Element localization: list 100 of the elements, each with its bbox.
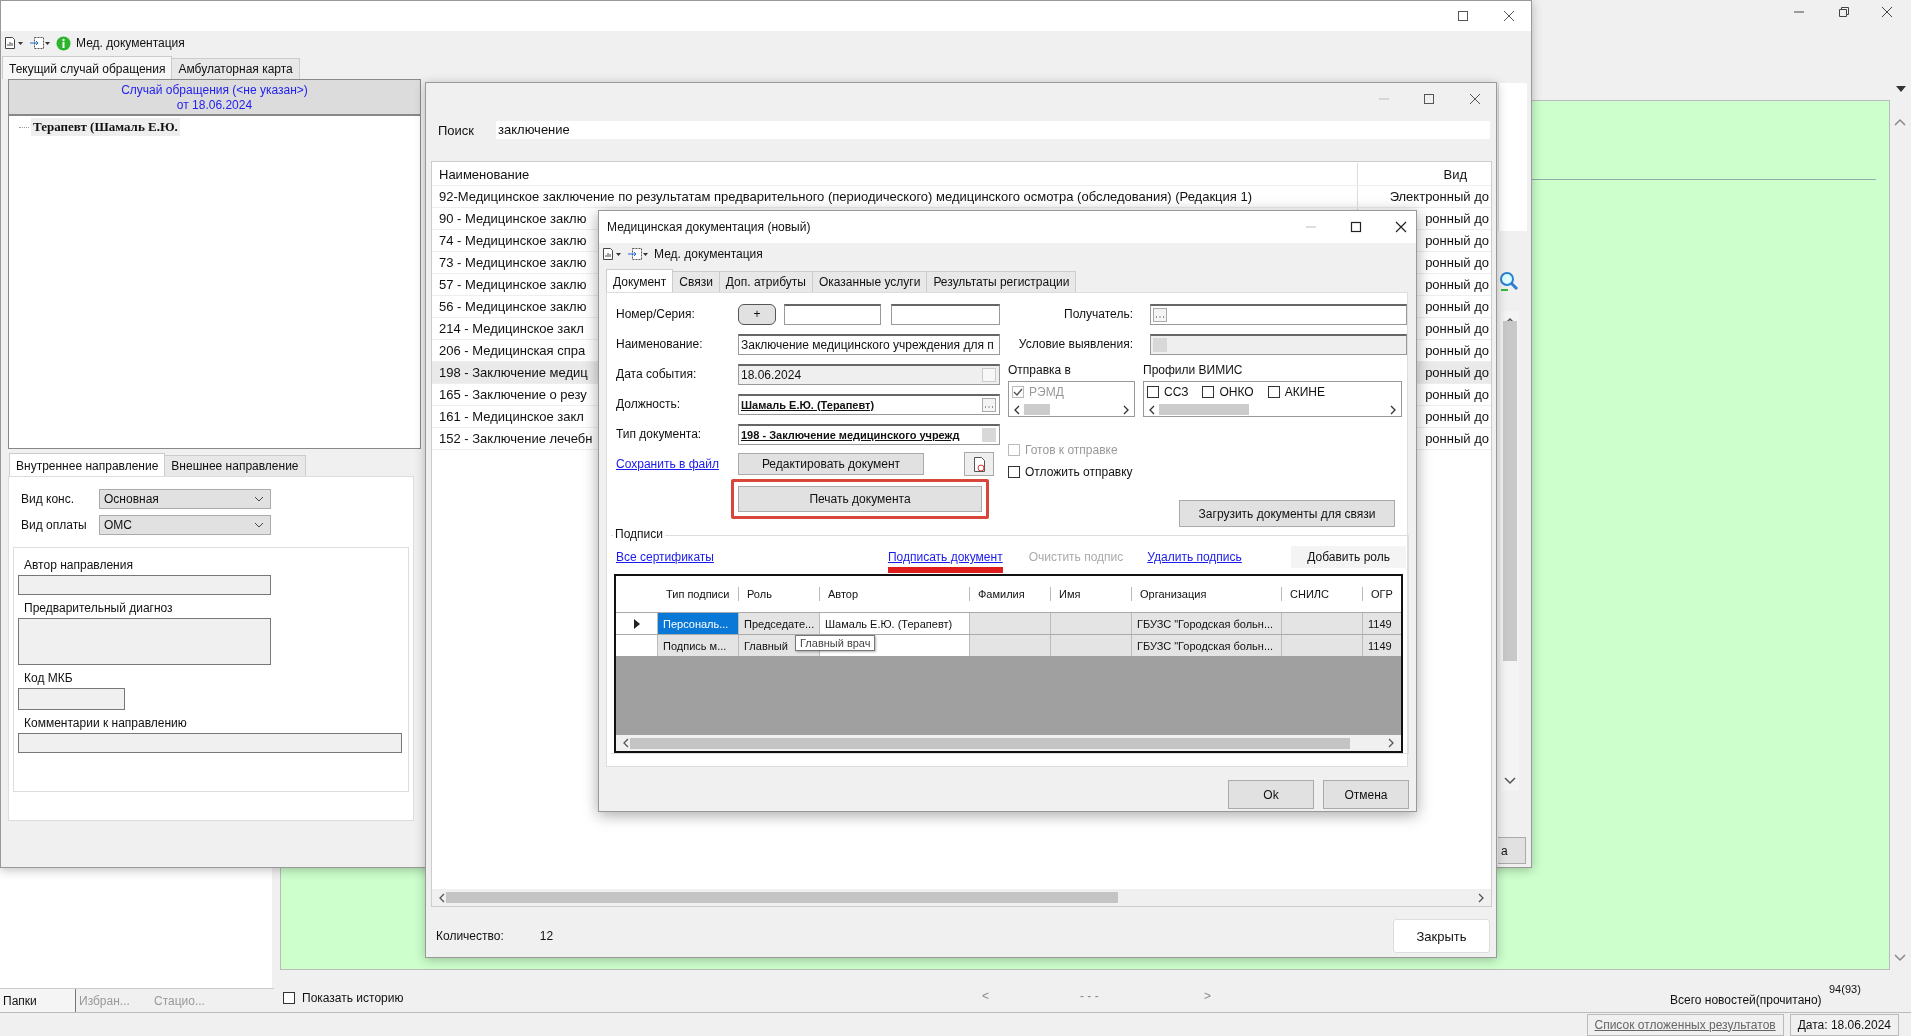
add-role-button[interactable]: Добавить роль	[1291, 546, 1406, 568]
maximize-icon[interactable]	[1456, 9, 1470, 23]
series-field[interactable]	[891, 303, 1000, 325]
recipient-field[interactable]	[1150, 303, 1407, 325]
scroll-right-icon[interactable]	[1477, 892, 1485, 903]
signature-link[interactable]: Удалить подпись	[1147, 550, 1242, 564]
scroll-left-icon[interactable]	[1148, 404, 1156, 415]
scroll-right-icon[interactable]	[1122, 404, 1130, 415]
date-field[interactable]: 18.06.2024	[738, 363, 1000, 385]
tab[interactable]: Оказанные услуги	[811, 271, 928, 292]
column-header[interactable]: Тип подписи	[658, 587, 739, 601]
tab[interactable]: Внешнее направление	[164, 455, 306, 476]
scroll-right-icon[interactable]	[1387, 738, 1395, 748]
document-type: ронный до	[1425, 365, 1489, 380]
scroll-left-icon[interactable]	[1013, 404, 1021, 415]
info-icon[interactable]	[56, 35, 71, 51]
input-field[interactable]	[18, 575, 271, 595]
deferred-results-link[interactable]: Список отложенных результатов	[1586, 1013, 1784, 1036]
signature-link[interactable]: Подписать документ	[887, 550, 1003, 570]
number-field[interactable]	[784, 303, 881, 325]
scroll-up-icon[interactable]	[1894, 118, 1906, 126]
maximize-icon[interactable]	[1349, 220, 1363, 234]
table-row[interactable]: Персональ... Председате... Шамаль Е.Ю. (Терапевт) ГБУЗС "Городская больн... 1149	[616, 612, 1401, 634]
column-header[interactable]: Наименование	[432, 163, 1358, 185]
option-label: ССЗ	[1164, 385, 1189, 399]
search-icon[interactable]	[1499, 271, 1519, 293]
checkbox[interactable]	[1267, 386, 1280, 398]
ok-button[interactable]: Ok	[1228, 780, 1314, 809]
news-label: Всего новостей(прочитано)	[1670, 993, 1822, 1007]
document-type-field[interactable]: 198 - Заключение медицинского учрежд	[738, 423, 1000, 445]
load-documents-button[interactable]: Загрузить документы для связи	[1179, 500, 1395, 527]
column-header[interactable]: Роль	[739, 587, 820, 601]
field-label: Автор направления	[23, 557, 134, 574]
close-icon[interactable]	[1394, 220, 1408, 234]
column-header[interactable]: СНИЛС	[1282, 587, 1363, 601]
print-document-button[interactable]: Печать документа	[738, 486, 982, 512]
side-button[interactable]: а	[1498, 837, 1526, 864]
report-icon[interactable]	[602, 247, 622, 261]
input-field[interactable]	[18, 688, 125, 710]
scroll-thumb[interactable]	[446, 892, 1118, 903]
scroll-down-icon[interactable]	[1504, 777, 1516, 785]
checkbox[interactable]	[1147, 386, 1159, 398]
close-icon[interactable]	[1468, 92, 1482, 106]
tree-item[interactable]: Терапевт (Шамаль Е.Ю.	[31, 118, 180, 136]
input-field[interactable]	[18, 733, 402, 753]
column-header[interactable]: Фамилия	[970, 587, 1051, 601]
column-header[interactable]: Имя	[1051, 587, 1132, 601]
dropdown[interactable]: Основная	[99, 489, 271, 509]
close-icon[interactable]	[1880, 5, 1894, 19]
column-header[interactable]: Вид	[1443, 166, 1467, 182]
tab[interactable]: Результаты регистрации	[926, 271, 1077, 292]
restore-icon[interactable]	[1836, 5, 1850, 19]
case-title[interactable]: Случай обращения (<не указан>)	[121, 83, 308, 98]
name-field[interactable]: Заключение медицинского учреждения для п	[738, 333, 1000, 355]
tab[interactable]: Документ	[606, 269, 674, 292]
maximize-icon[interactable]	[1422, 92, 1436, 106]
close-button[interactable]: Закрыть	[1393, 919, 1490, 953]
list-row[interactable]: 92-Медицинское заключение по результатам предварительного (периодического) медицинского осмотра (обследования) (Редакция 1) Электронный до	[432, 186, 1491, 208]
cancel-button[interactable]: Отмена	[1323, 780, 1409, 809]
group-label: Профили ВИМИС	[1143, 363, 1244, 377]
tab[interactable]: Доп. атрибуты	[718, 271, 813, 292]
group-label: Подписи	[613, 527, 665, 541]
scrollbar[interactable]	[1501, 311, 1519, 791]
edit-document-button[interactable]: Редактировать документ	[738, 453, 924, 475]
add-button[interactable]: +	[738, 303, 776, 325]
scroll-down-icon[interactable]	[1894, 954, 1906, 962]
scroll-right-icon[interactable]	[1389, 404, 1397, 415]
import-icon[interactable]	[627, 247, 649, 261]
column-header[interactable]: ОГР	[1363, 587, 1401, 601]
tab[interactable]: Папки	[0, 989, 76, 1013]
tab[interactable]: Внутреннее направление	[9, 453, 166, 476]
input-field[interactable]	[18, 618, 271, 665]
save-to-file-link[interactable]: Сохранить в файл	[616, 457, 730, 471]
dropdown[interactable]: ОМС	[99, 515, 271, 535]
import-icon[interactable]	[29, 36, 51, 50]
close-icon[interactable]	[1502, 9, 1516, 23]
condition-field[interactable]	[1150, 333, 1407, 355]
horizontal-scrollbar[interactable]	[616, 735, 1401, 751]
pdf-button[interactable]	[964, 452, 994, 476]
scroll-thumb[interactable]	[630, 737, 1350, 749]
signature-link[interactable]: Все сертификаты	[616, 550, 714, 564]
scroll-left-icon[interactable]	[438, 892, 446, 903]
tab[interactable]: Связи	[672, 271, 720, 292]
column-header[interactable]: Организация	[1132, 587, 1282, 601]
checkbox[interactable]	[1008, 466, 1020, 478]
document-type: ронный до	[1425, 255, 1489, 270]
tab[interactable]: Текущий случай обращения	[2, 56, 173, 79]
horizontal-scrollbar[interactable]	[432, 889, 1491, 906]
search-field[interactable]: заключение	[496, 121, 1490, 139]
table-cell: ГБУЗС "Городская больн...	[1132, 613, 1282, 634]
dropdown-arrow-icon[interactable]	[1896, 86, 1906, 92]
checkbox[interactable]	[283, 992, 295, 1004]
report-icon[interactable]	[4, 36, 24, 50]
column-header[interactable]: Автор	[820, 587, 970, 601]
table-cell: 1149	[1363, 613, 1401, 634]
scroll-left-icon[interactable]	[622, 738, 630, 748]
position-field[interactable]: Шамаль Е.Ю. (Терапевт)	[738, 393, 1000, 415]
tab[interactable]: Амбулаторная карта	[171, 58, 300, 79]
scroll-thumb[interactable]	[1503, 321, 1517, 661]
checkbox[interactable]	[1202, 386, 1215, 398]
